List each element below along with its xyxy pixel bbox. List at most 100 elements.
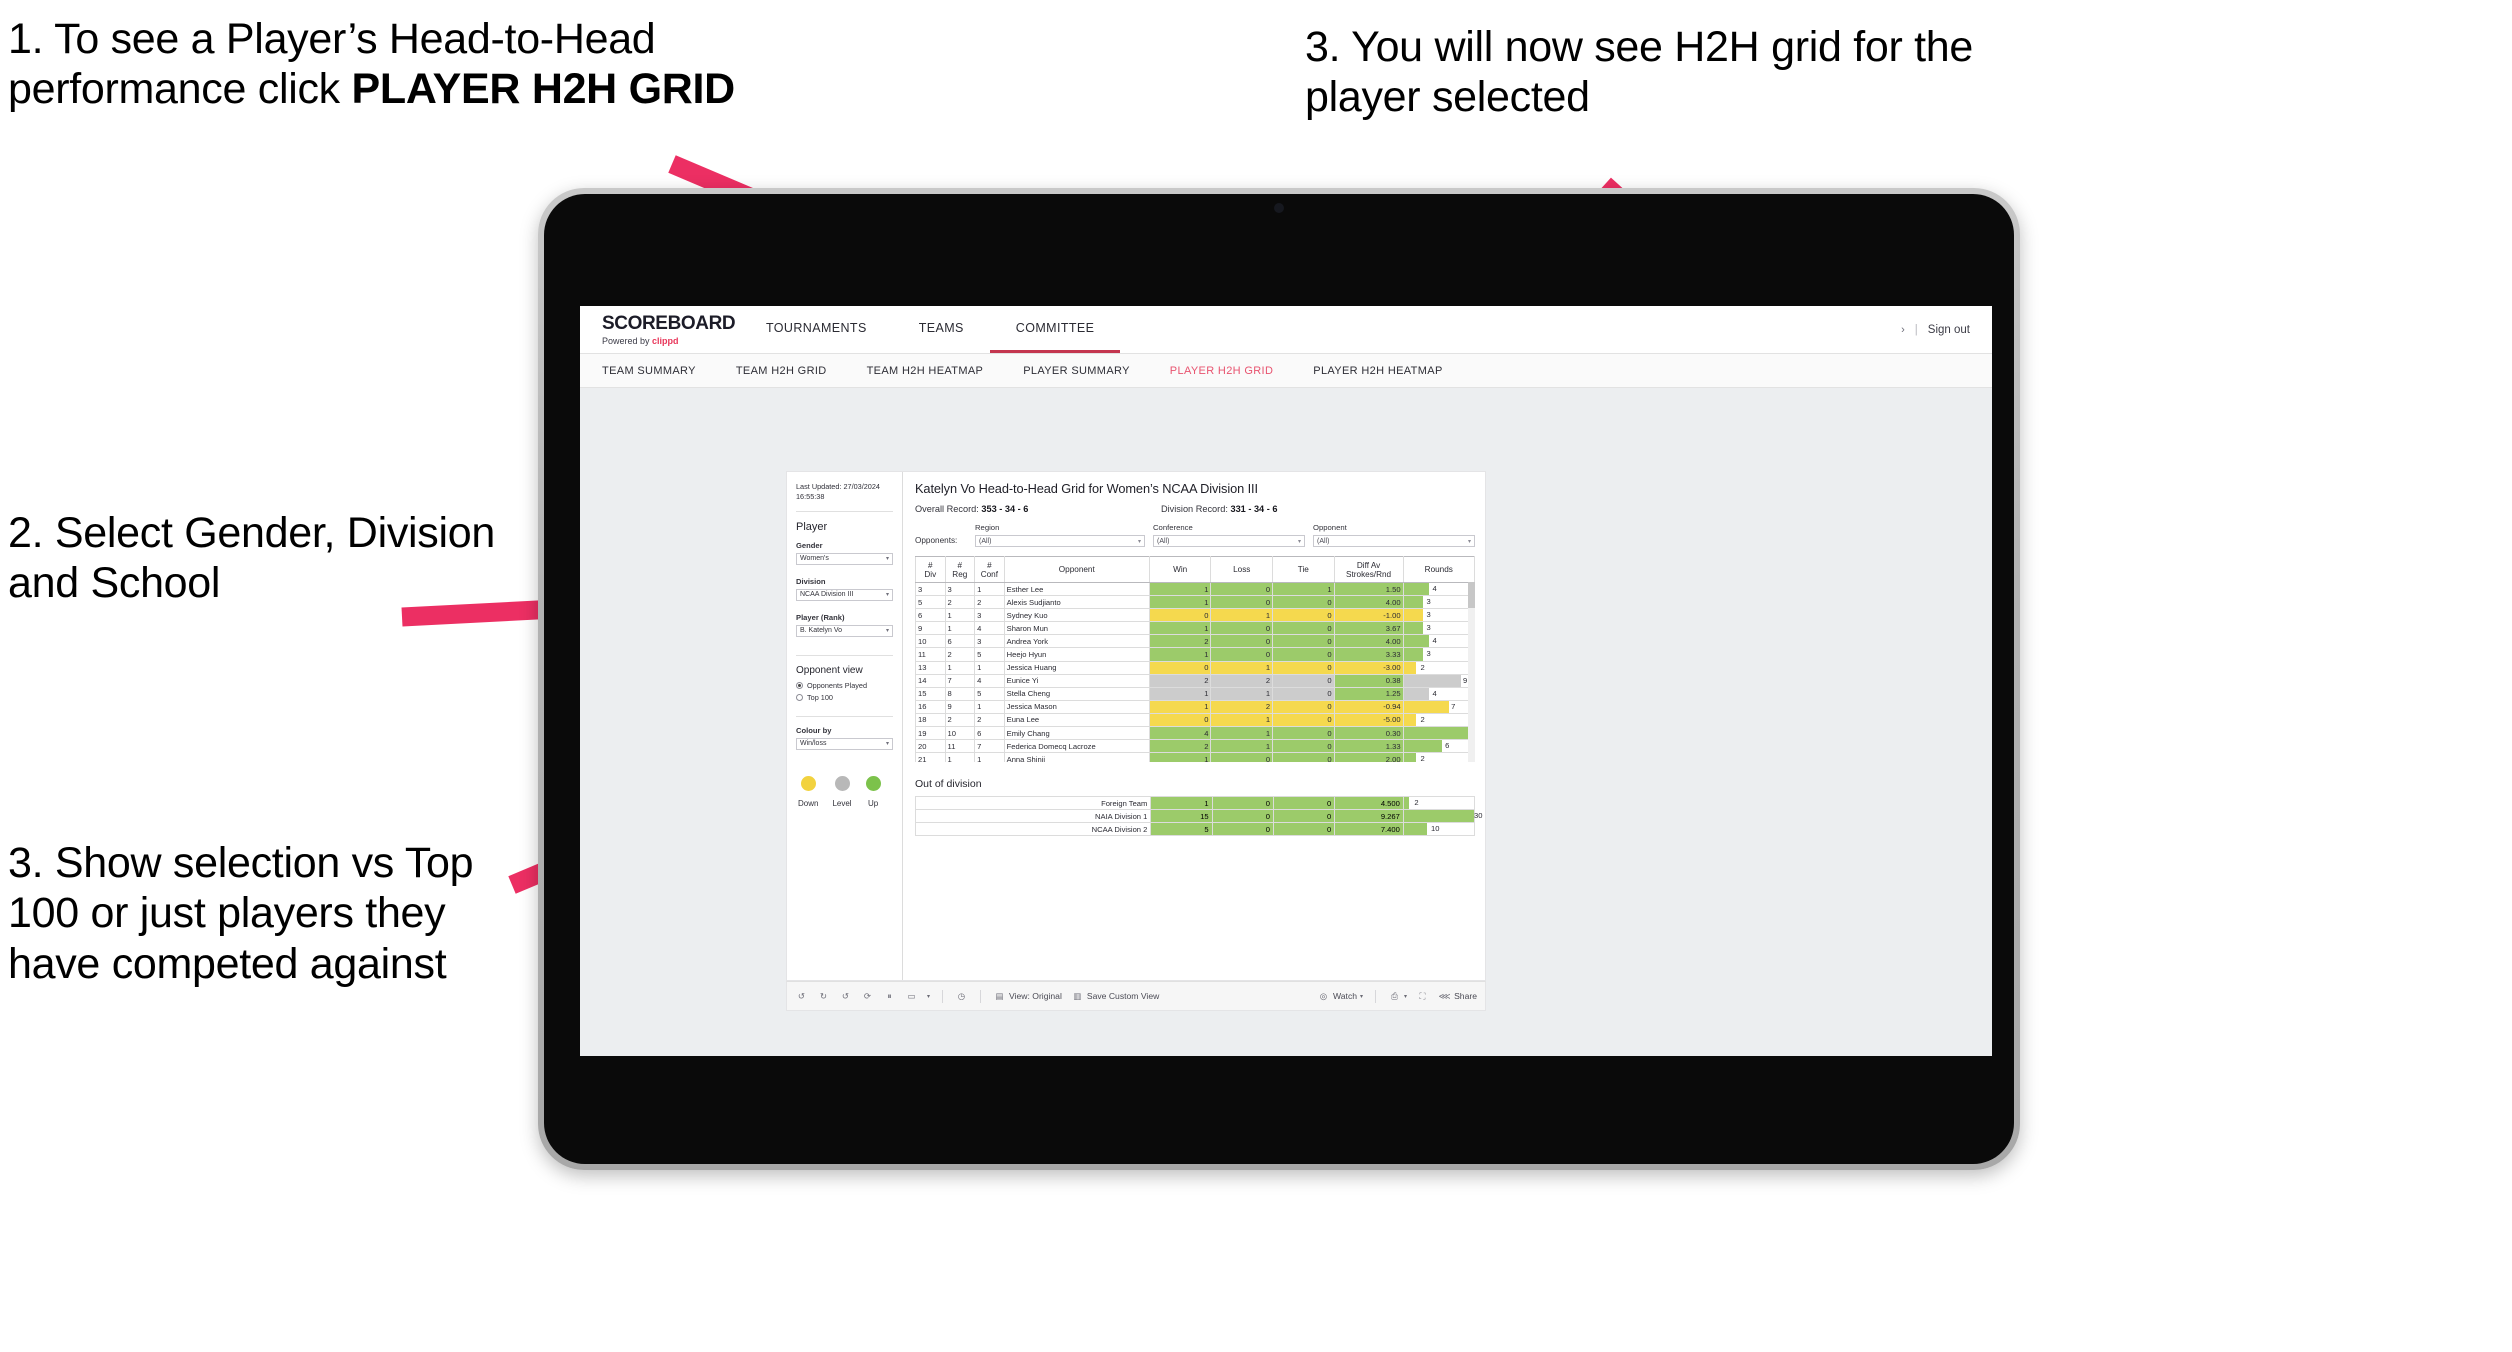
cell-ood-rounds: 30 [1402, 809, 1482, 824]
cell-win: 1 [1148, 621, 1212, 636]
viz-container: Last Updated: 27/03/2024 16:55:38 Player… [786, 471, 1486, 981]
chevron-down-icon: ▾ [1404, 993, 1408, 1000]
sign-out-link[interactable]: Sign out [1928, 324, 1970, 336]
cell-diff: 3.33 [1333, 647, 1404, 662]
table-row[interactable]: 20 11 7 Federica Domecq Lacroze 2 1 0 1.33 6 [915, 739, 1475, 754]
table-row[interactable]: 13 1 1 Jessica Huang 0 1 0 -3.00 2 [915, 660, 1475, 675]
watch-button[interactable]: ◎ Watch ▾ [1317, 990, 1363, 1003]
cell-opponent: Sydney Kuo [1003, 608, 1150, 623]
cell-loss: 0 [1210, 595, 1274, 610]
cell-rounds: 7 [1402, 699, 1475, 714]
th-reg: # Reg [944, 556, 976, 583]
cell-loss: 1 [1210, 660, 1274, 675]
viz-main: Katelyn Vo Head-to-Head Grid for Women’s… [903, 472, 1485, 980]
cell-tie: 0 [1272, 712, 1335, 728]
chevron-down-icon[interactable]: ▾ [927, 993, 930, 1000]
radio-top-100[interactable]: Top 100 [796, 693, 893, 702]
share-button[interactable]: ⋘ Share [1438, 990, 1477, 1003]
table-row[interactable]: 10 6 3 Andrea York 2 0 0 4.00 4 [915, 634, 1475, 649]
view-original-button[interactable]: ▤ View: Original [993, 990, 1061, 1003]
rounds-bar [1403, 622, 1423, 635]
opponent-select[interactable]: (All) ▾ [1313, 535, 1475, 547]
save-custom-view-button[interactable]: ▥ Save Custom View [1071, 990, 1159, 1003]
th-conf-l2: Conf [980, 569, 999, 579]
out-of-division-row[interactable]: NAIA Division 1 15 0 0 9.267 30 [914, 809, 1482, 824]
conference-caption: Conference [1153, 523, 1193, 532]
out-of-division-row[interactable]: NCAA Division 2 5 0 0 7.400 10 [914, 822, 1476, 837]
table-row[interactable]: 15 8 5 Stella Cheng 1 1 0 1.25 4 [915, 686, 1475, 701]
colour-by-select[interactable]: Win/loss ▾ [796, 737, 893, 750]
colour-by-field: Colour by Win/loss ▾ [796, 726, 893, 750]
opponent-filter: Opponent (All) ▾ [1313, 523, 1475, 547]
watch-label: Watch [1332, 991, 1358, 1001]
table-row[interactable]: 11 2 5 Heejo Hyun 1 0 0 3.33 3 [915, 647, 1475, 662]
cell-conf: 2 [974, 595, 1005, 610]
tab-team-h2h-grid[interactable]: TEAM H2H GRID [736, 365, 827, 377]
rounds-value: 3 [1426, 597, 1431, 607]
table-row[interactable]: 18 2 2 Euna Lee 0 1 0 -5.00 2 [915, 712, 1475, 728]
tab-player-h2h-grid[interactable]: PLAYER H2H GRID [1170, 365, 1273, 377]
cell-conf: 6 [974, 726, 1005, 741]
redo-icon[interactable]: ↻ [817, 990, 830, 1003]
conference-select[interactable]: (All) ▾ [1153, 535, 1305, 547]
table-row[interactable]: 3 3 1 Esther Lee 1 0 1 1.50 4 [915, 581, 1475, 597]
legend-item-level: Level [832, 775, 852, 808]
player-rank-label: Player (Rank) [796, 612, 845, 622]
cell-loss: 1 [1210, 739, 1274, 754]
grid-vertical-scrollbar[interactable] [1468, 582, 1475, 762]
revert-icon[interactable]: ↺ [839, 990, 852, 1003]
legend-dot-down [800, 775, 816, 791]
h2h-grid-head: # Div # Reg # Conf Opponent Win Loss Tie Di… [915, 556, 1475, 583]
brand-logo[interactable]: SCOREBOARD Powered by clippd [580, 306, 740, 353]
cell-rounds: 4 [1402, 581, 1475, 597]
table-row[interactable]: 16 9 1 Jessica Mason 1 2 0 -0.94 7 [915, 699, 1475, 714]
tab-team-h2h-heatmap[interactable]: TEAM H2H HEATMAP [867, 365, 984, 377]
cell-div: 20 [915, 739, 946, 754]
cell-tie: 1 [1272, 581, 1335, 597]
cell-opponent: Alexis Sudjianto [1003, 595, 1150, 610]
rectangle-select-icon[interactable]: ▭ [905, 990, 918, 1003]
gender-label: Gender [796, 540, 823, 550]
tab-player-summary[interactable]: PLAYER SUMMARY [1023, 365, 1130, 377]
table-row-partial[interactable]: 21 1 1 Anna Shinji 1 0 0 2.00 2 [915, 752, 1475, 762]
radio-opponents-played[interactable]: Opponents Played [796, 681, 893, 690]
table-row[interactable]: 9 1 4 Sharon Mun 1 0 0 3.67 3 [915, 621, 1475, 636]
tab-player-h2h-heatmap[interactable]: PLAYER H2H HEATMAP [1313, 365, 1442, 377]
nav-item-teams[interactable]: TEAMS [893, 306, 990, 353]
radio-opponents-played-label: Opponents Played [807, 680, 868, 690]
cell-tie: 0 [1272, 726, 1335, 741]
rounds-value: 4 [1432, 584, 1437, 593]
region-select[interactable]: (All) ▾ [975, 535, 1145, 547]
cell-div: 15 [915, 686, 946, 701]
legend-dot-level [834, 775, 850, 791]
conference-value: (All) [1157, 537, 1170, 545]
download-button[interactable]: ⎙ ▾ [1388, 990, 1407, 1003]
rounds-value: 2 [1420, 714, 1425, 724]
scrollbar-thumb[interactable] [1468, 582, 1475, 608]
cell-loss: 0 [1210, 581, 1274, 597]
pause-icon[interactable]: ⏸ [883, 990, 896, 1003]
player-rank-select[interactable]: B. Katelyn Vo ▾ [796, 624, 893, 637]
cell-ood-loss: 0 [1211, 809, 1274, 824]
tab-team-summary[interactable]: TEAM SUMMARY [602, 365, 696, 377]
gender-select[interactable]: Women's ▾ [796, 552, 893, 565]
nav-item-committee[interactable]: COMMITTEE [989, 306, 1121, 353]
table-row[interactable]: 19106Emily Chang4100.3011 [915, 726, 1475, 741]
out-of-division-row[interactable]: Foreign Team 1 0 0 4.500 2 [914, 795, 1476, 811]
undo-icon[interactable]: ↺ [795, 990, 808, 1003]
chevron-right-icon[interactable]: › [1901, 324, 1905, 336]
refresh-icon[interactable]: ⟳ [861, 990, 874, 1003]
cell-diff: -5.00 [1333, 712, 1404, 728]
division-select[interactable]: NCAA Division III ▾ [796, 588, 893, 601]
cell-conf: 1 [974, 660, 1005, 675]
viz-sidebar: Last Updated: 27/03/2024 16:55:38 Player… [787, 472, 903, 980]
cell-ood-diff: 7.400 [1334, 822, 1404, 837]
table-row[interactable]: 5 2 2 Alexis Sudjianto 1 0 0 4.00 3 [915, 595, 1475, 610]
table-row[interactable]: 6 1 3 Sydney Kuo 0 1 0 -1.00 3 [915, 608, 1475, 623]
h2h-grid-scroll[interactable]: # Div # Reg # Conf Opponent Win Loss Tie Di… [915, 556, 1475, 762]
fullscreen-icon[interactable]: ⛶ [1416, 990, 1429, 1003]
table-row[interactable]: 14 7 4 Eunice Yi 2 2 0 0.38 9 [915, 673, 1475, 688]
nav-item-tournaments[interactable]: TOURNAMENTS [740, 306, 893, 353]
colour-by-label: Colour by [796, 725, 832, 735]
clock-icon[interactable]: ◷ [955, 990, 968, 1003]
